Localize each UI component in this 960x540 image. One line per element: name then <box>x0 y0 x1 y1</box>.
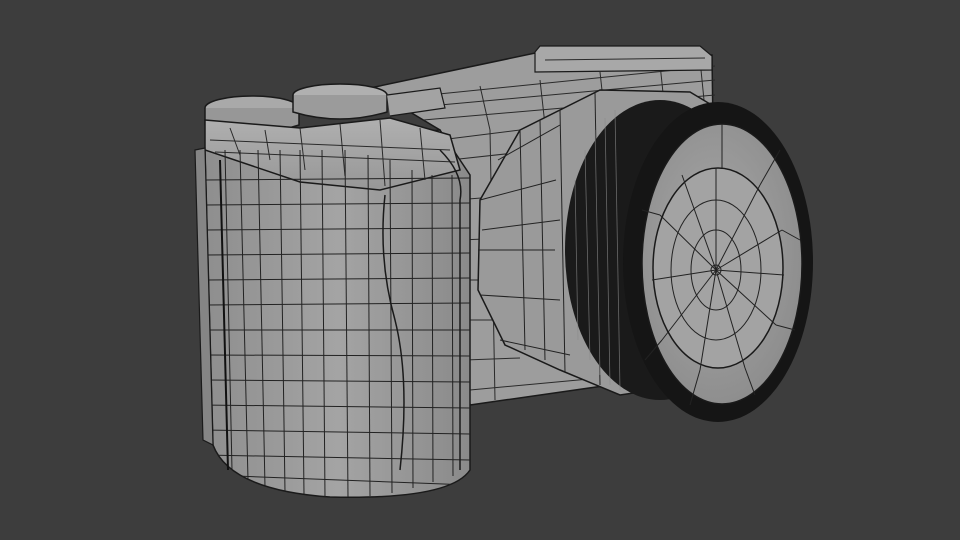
lens-cap <box>623 102 813 422</box>
viewport-canvas <box>194 45 813 499</box>
camera-grip <box>194 117 471 499</box>
3d-viewport[interactable] <box>0 0 960 540</box>
